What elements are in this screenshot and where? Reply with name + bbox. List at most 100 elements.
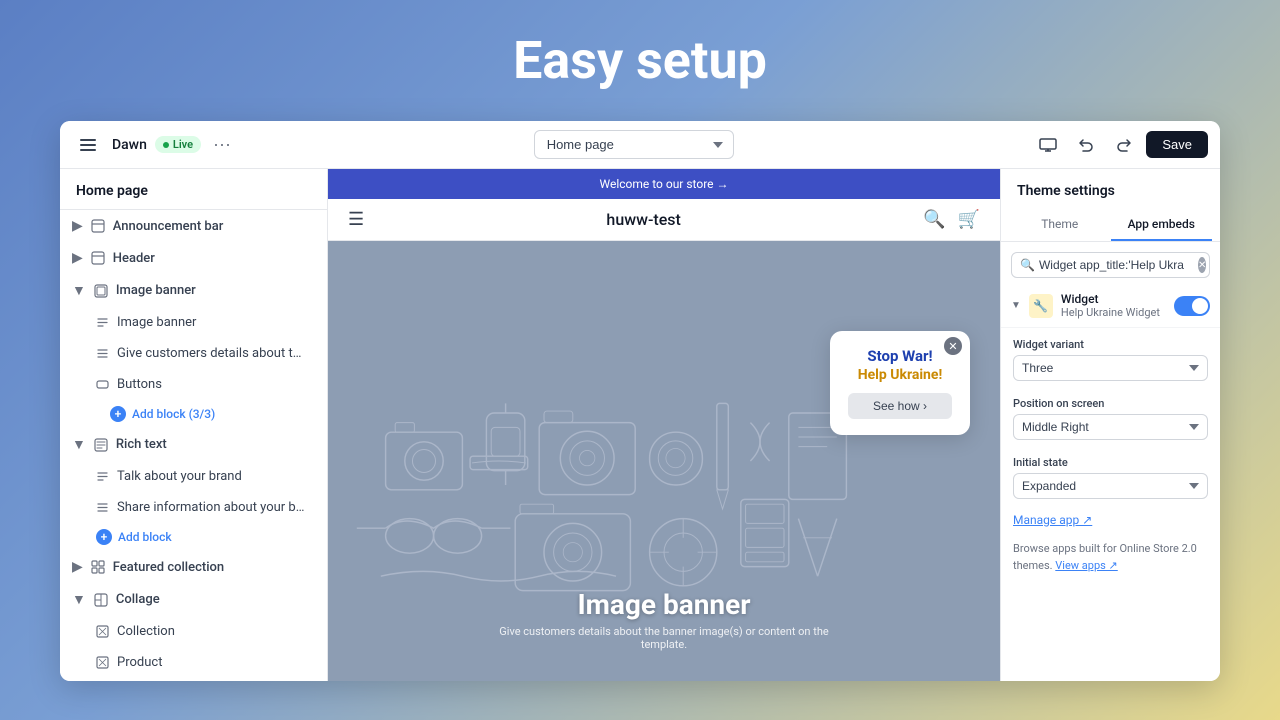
sidebar-item-image-banner-child[interactable]: Image banner [60, 307, 327, 338]
initial-state-label: Initial state [1013, 456, 1208, 469]
widget-toggle[interactable] [1174, 296, 1210, 316]
right-panel-tabs: Theme App embeds [1001, 209, 1220, 242]
tab-app-embeds[interactable]: App embeds [1111, 209, 1213, 241]
banner-subtitle: Give customers details about the banner … [496, 625, 832, 651]
talk-about-brand-label: Talk about your brand [117, 469, 242, 484]
sidebar-toggle-button[interactable] [72, 129, 104, 161]
sidebar-item-collection-2[interactable]: Collection [60, 678, 327, 681]
widget-section: ▼ 🔧 Widget Help Ukraine Widget [1001, 284, 1220, 328]
widget-stop-war-text: Stop War! [848, 347, 952, 365]
sidebar-item-give-customers[interactable]: Give customers details about t… [60, 338, 327, 369]
header-section-icon [91, 251, 105, 265]
image-banner-section-label: Image banner [116, 283, 196, 298]
image-banner-child-label: Image banner [117, 315, 196, 330]
featured-collection-icon [91, 560, 105, 574]
share-info-icon [96, 501, 109, 514]
topbar: Dawn Live ··· Home page About Contact [60, 121, 1220, 169]
widget-variant-group: Widget variant Three One Two Four [1001, 328, 1220, 387]
cart-nav-icon[interactable]: 🛒 [958, 209, 980, 230]
image-banner-chevron-icon: ▼ [72, 282, 86, 299]
text-icon [96, 316, 109, 329]
rich-text-label: Rich text [116, 437, 167, 452]
header-label: Header [113, 251, 155, 266]
page-select-wrapper: Home page About Contact [243, 130, 1024, 159]
add-block-image-banner-label: Add block (3/3) [132, 407, 215, 421]
more-options-button[interactable]: ··· [209, 134, 235, 155]
add-block-rich-text-button[interactable]: + Add block [60, 523, 327, 551]
tab-theme[interactable]: Theme [1009, 209, 1111, 241]
save-button[interactable]: Save [1146, 131, 1208, 158]
sidebar-item-featured-collection[interactable]: ▶ Featured collection [60, 551, 327, 583]
sidebar-item-announcement-bar[interactable]: ▶ Announcement bar [60, 210, 327, 242]
widget-help-ukraine-text: Help Ukraine! [848, 367, 952, 383]
announcement-bar-icon [91, 219, 105, 233]
search-clear-button[interactable]: ✕ [1198, 257, 1206, 273]
right-panel-title: Theme settings [1001, 169, 1220, 209]
sidebar-item-collection-1[interactable]: Collection [60, 616, 327, 647]
topbar-right: Save [1032, 129, 1208, 161]
sidebar-header: Home page [60, 169, 327, 210]
live-label: Live [173, 138, 193, 151]
brand-text-icon [96, 470, 109, 483]
collection-1-frame-icon [96, 625, 109, 638]
widget-expand-icon[interactable]: ▼ [1011, 300, 1021, 311]
store-announcement-bar: Welcome to our store → [328, 169, 1000, 199]
search-box: 🔍 ✕ [1011, 252, 1210, 278]
live-dot [163, 142, 169, 148]
store-preview: Welcome to our store → ☰ huww-test 🔍 🛒 [328, 169, 1000, 681]
banner-area: Image banner Give customers details abou… [328, 241, 1000, 681]
sidebar-item-buttons[interactable]: Buttons [60, 369, 327, 400]
widget-info: Widget Help Ukraine Widget [1061, 292, 1166, 319]
widget-close-button[interactable]: ✕ [944, 337, 962, 355]
rich-text-section-icon [94, 438, 108, 452]
sidebar-item-rich-text[interactable]: ▼ Rich text [60, 428, 327, 461]
widget-name: Widget [1061, 292, 1166, 306]
add-block-plus-icon: + [110, 406, 126, 422]
sidebar-item-product[interactable]: Product [60, 647, 327, 678]
app-window: Dawn Live ··· Home page About Contact [60, 121, 1220, 681]
buttons-icon [96, 378, 109, 391]
browse-text: Browse apps built for Online Store 2.0 t… [1001, 535, 1220, 584]
sidebar-item-header[interactable]: ▶ Header [60, 242, 327, 274]
view-apps-link[interactable]: View apps ↗ [1055, 559, 1117, 572]
collage-chevron-icon: ▼ [72, 591, 86, 608]
product-frame-icon [96, 656, 109, 669]
search-input[interactable] [1039, 258, 1194, 272]
initial-state-select[interactable]: Expanded Collapsed [1013, 473, 1208, 499]
page-select[interactable]: Home page About Contact [534, 130, 734, 159]
nav-icons: 🔍 🛒 [923, 209, 980, 230]
announcement-bar-label: Announcement bar [113, 219, 224, 234]
undo-button[interactable] [1070, 129, 1102, 161]
initial-state-group: Initial state Expanded Collapsed [1001, 446, 1220, 505]
search-nav-icon[interactable]: 🔍 [923, 209, 945, 230]
sidebar-item-share-info[interactable]: Share information about your b… [60, 492, 327, 523]
announcement-text: Welcome to our store → [599, 177, 728, 191]
add-block-rich-text-label: Add block [118, 530, 172, 544]
widget-see-how-button[interactable]: See how › [848, 393, 952, 419]
position-on-screen-label: Position on screen [1013, 397, 1208, 410]
hamburger-icon[interactable]: ☰ [348, 209, 364, 230]
widget-sub: Help Ukraine Widget [1061, 306, 1166, 319]
widget-popup: ✕ Stop War! Help Ukraine! See how › [830, 331, 970, 435]
preview-area: Welcome to our store → ☰ huww-test 🔍 🛒 [328, 169, 1000, 681]
buttons-label: Buttons [117, 377, 162, 392]
add-block-image-banner-button[interactable]: + Add block (3/3) [60, 400, 327, 428]
widget-variant-select[interactable]: Three One Two Four [1013, 355, 1208, 381]
toggle-thumb [1192, 298, 1208, 314]
redo-button[interactable] [1108, 129, 1140, 161]
desktop-view-button[interactable] [1032, 129, 1064, 161]
give-customers-label: Give customers details about t… [117, 346, 301, 361]
position-on-screen-select[interactable]: Middle Right Top Left Top Right Middle L… [1013, 414, 1208, 440]
sidebar: Home page ▶ Announcement bar ▶ Header ▼ [60, 169, 328, 681]
sidebar-item-talk-about-brand[interactable]: Talk about your brand [60, 461, 327, 492]
featured-collection-label: Featured collection [113, 560, 224, 575]
sidebar-item-image-banner[interactable]: ▼ Image banner [60, 274, 327, 307]
header-chevron-icon: ▶ [72, 250, 83, 266]
theme-name: Dawn [112, 137, 147, 153]
manage-app-link[interactable]: Manage app ↗ [1001, 505, 1220, 535]
widget-variant-label: Widget variant [1013, 338, 1208, 351]
banner-text-overlay: Image banner Give customers details abou… [496, 588, 832, 651]
sidebar-item-collage[interactable]: ▼ Collage [60, 583, 327, 616]
main-content: Home page ▶ Announcement bar ▶ Header ▼ [60, 169, 1220, 681]
lines-icon [96, 347, 109, 360]
